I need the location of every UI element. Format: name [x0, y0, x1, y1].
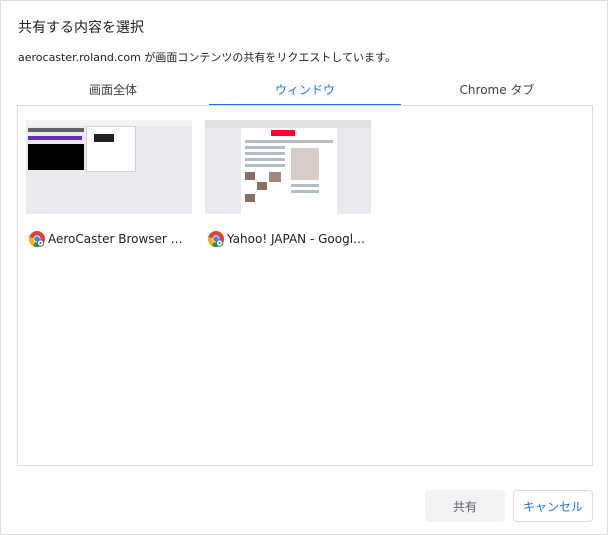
chrome-icon [207, 231, 224, 248]
tab-entire-screen[interactable]: 画面全体 [17, 77, 209, 105]
share-dialog: 共有する内容を選択 aerocaster.roland.com が画面コンテンツ… [0, 0, 608, 535]
window-thumbnail [26, 120, 192, 214]
dialog-subtitle: aerocaster.roland.com が画面コンテンツの共有をリクエストし… [18, 51, 396, 64]
tab-window[interactable]: ウィンドウ [209, 77, 401, 106]
window-list: AeroCaster Browser Sen... Yahoo! JAPAN -… [17, 106, 593, 466]
window-thumbnail [205, 120, 371, 214]
window-tile-label: AeroCaster Browser Sen... [28, 228, 190, 250]
dialog-title: 共有する内容を選択 [18, 20, 144, 36]
window-title-text: AeroCaster Browser Sen... [48, 232, 190, 246]
window-tile-label: Yahoo! JAPAN - Google... [207, 228, 369, 250]
chrome-icon [28, 231, 45, 248]
tab-chrome-tab[interactable]: Chrome タブ [401, 77, 593, 105]
source-tabs: 画面全体 ウィンドウ Chrome タブ [17, 77, 593, 106]
share-button[interactable]: 共有 [425, 490, 505, 522]
cancel-button[interactable]: キャンセル [513, 490, 593, 522]
window-title-text: Yahoo! JAPAN - Google... [227, 232, 369, 246]
